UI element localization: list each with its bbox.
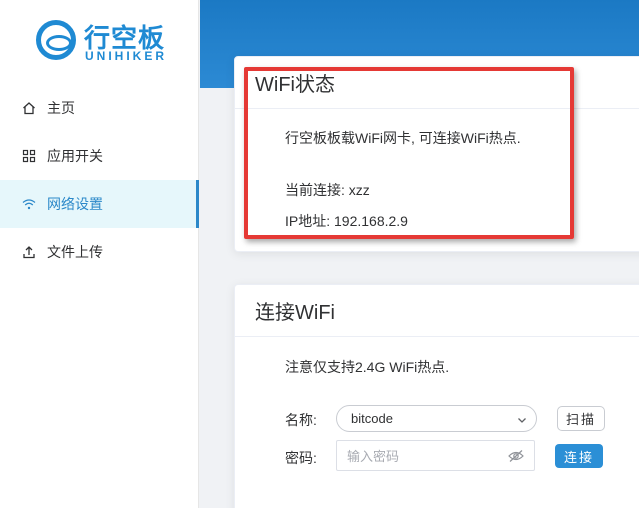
connect-wifi-card: 连接WiFi <box>234 284 639 508</box>
wifi-icon <box>22 197 36 211</box>
unihiker-logo: 行空板 UNIHIKER <box>36 18 166 66</box>
ip-address: IP地址: 192.168.2.9 <box>285 213 408 229</box>
wifi-status-title: WiFi状态 <box>235 57 639 109</box>
current-connection: 当前连接: xzz <box>285 182 370 198</box>
sidebar: 行空板 UNIHIKER 主页 应用开关 网络设置 文件上传 <box>0 0 199 508</box>
connect-button[interactable]: 连接 <box>555 444 603 468</box>
home-icon <box>22 101 36 115</box>
eye-off-icon[interactable] <box>508 449 524 466</box>
ssid-select[interactable]: bitcode <box>336 405 537 432</box>
scan-button[interactable]: 扫描 <box>557 406 605 431</box>
sidebar-item-home[interactable]: 主页 <box>0 84 199 132</box>
grid-icon <box>22 149 36 163</box>
sidebar-item-label: 文件上传 <box>47 244 103 260</box>
logo-text-en: UNIHIKER <box>85 49 168 63</box>
sidebar-item-network[interactable]: 网络设置 <box>0 180 199 228</box>
connect-note: 注意仅支持2.4G WiFi热点. <box>285 359 450 375</box>
sidebar-menu: 主页 应用开关 网络设置 文件上传 <box>0 84 199 276</box>
sidebar-item-upload[interactable]: 文件上传 <box>0 228 199 276</box>
sidebar-item-label: 网络设置 <box>47 196 103 212</box>
sidebar-item-label: 主页 <box>47 100 75 116</box>
chevron-down-icon <box>517 413 527 428</box>
sidebar-item-apps[interactable]: 应用开关 <box>0 132 199 180</box>
upload-icon <box>22 245 36 259</box>
connect-wifi-title: 连接WiFi <box>235 285 639 337</box>
password-label: 密码: <box>285 450 317 466</box>
logo-ring-icon <box>36 20 76 60</box>
password-input[interactable]: 输入密码 <box>336 440 535 471</box>
password-placeholder: 输入密码 <box>347 449 400 464</box>
sidebar-item-label: 应用开关 <box>47 148 103 164</box>
ssid-label: 名称: <box>285 412 317 428</box>
ssid-selected-value: bitcode <box>351 411 393 426</box>
wifi-status-desc: 行空板板载WiFi网卡, 可连接WiFi热点. <box>285 130 521 146</box>
